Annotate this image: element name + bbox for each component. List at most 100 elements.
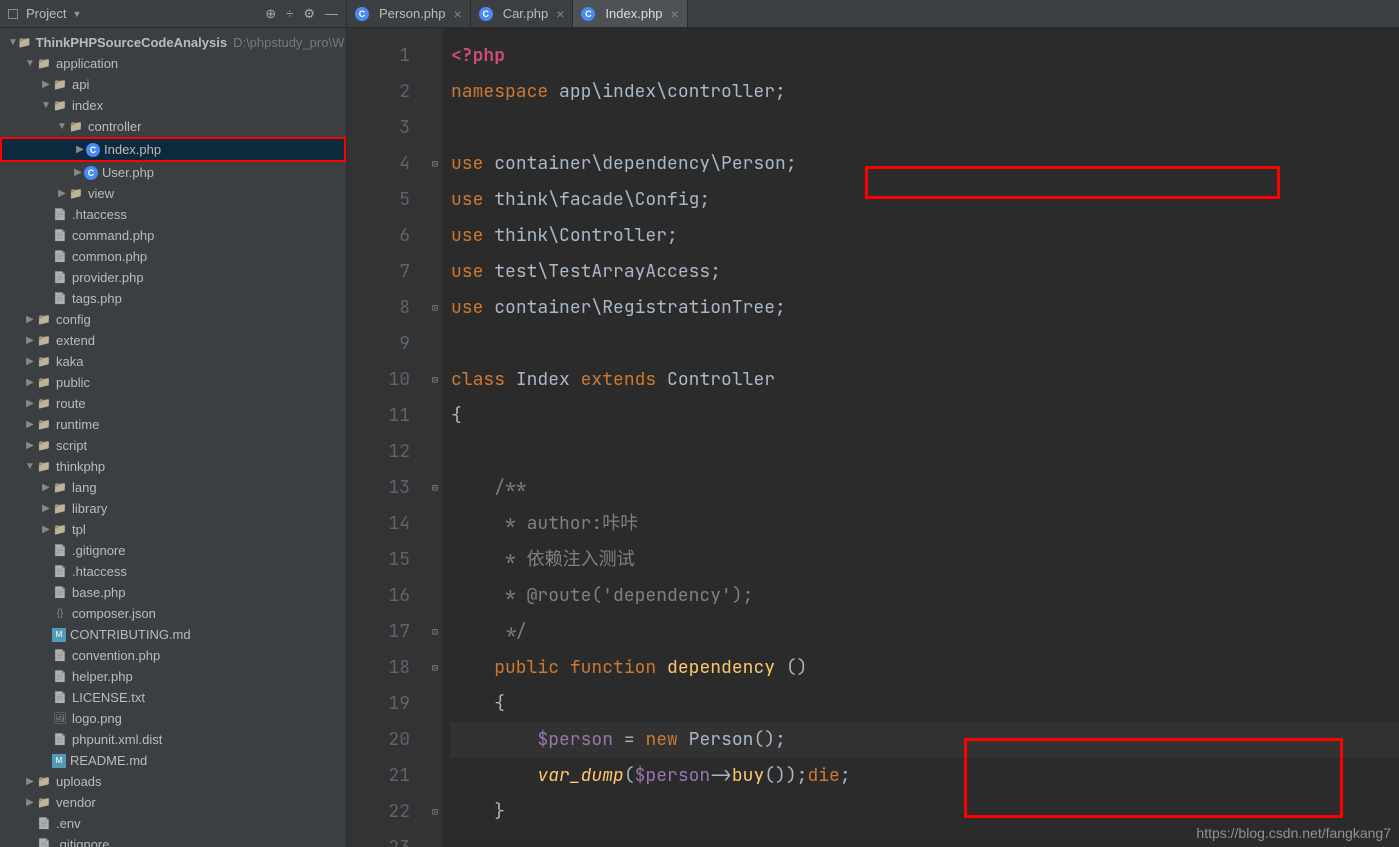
tree-item[interactable]: .htaccess [0, 204, 346, 225]
tree-arrow-icon[interactable] [24, 58, 36, 69]
fold-marker[interactable]: ⊟ [427, 470, 443, 506]
code-line[interactable] [451, 326, 1399, 362]
fold-marker[interactable] [427, 506, 443, 542]
project-tree[interactable]: ThinkPHPSourceCodeAnalysisD:\phpstudy_pr… [0, 28, 346, 847]
tree-arrow-icon[interactable] [40, 524, 52, 535]
code-line[interactable]: * @route('dependency'); [451, 578, 1399, 614]
code-line[interactable]: { [451, 398, 1399, 434]
fold-marker[interactable] [427, 722, 443, 758]
fold-marker[interactable] [427, 182, 443, 218]
tree-arrow-icon[interactable] [24, 797, 36, 808]
tree-item[interactable]: kaka [0, 351, 346, 372]
code-line[interactable] [451, 110, 1399, 146]
code-line[interactable]: { [451, 686, 1399, 722]
code-line[interactable]: namespace app\index\controller; [451, 74, 1399, 110]
tree-item[interactable]: ThinkPHPSourceCodeAnalysisD:\phpstudy_pr… [0, 32, 346, 53]
tree-item[interactable]: lang [0, 477, 346, 498]
close-icon[interactable]: × [671, 6, 679, 22]
tree-item[interactable]: base.php [0, 582, 346, 603]
fold-marker[interactable]: ⊡ [427, 290, 443, 326]
tree-arrow-icon[interactable] [40, 482, 52, 493]
fold-marker[interactable] [427, 830, 443, 847]
tree-item[interactable]: README.md [0, 750, 346, 771]
fold-marker[interactable] [427, 110, 443, 146]
tree-item[interactable]: CONTRIBUTING.md [0, 624, 346, 645]
tree-item[interactable]: LICENSE.txt [0, 687, 346, 708]
tree-arrow-icon[interactable] [24, 419, 36, 430]
fold-marker[interactable] [427, 578, 443, 614]
tree-item[interactable]: uploads [0, 771, 346, 792]
tree-item[interactable]: Index.php [2, 139, 344, 160]
editor-tab[interactable]: Car.php× [471, 0, 574, 27]
fold-marker[interactable] [427, 686, 443, 722]
fold-marker[interactable]: ⊟ [427, 146, 443, 182]
code-line[interactable]: <?php [451, 38, 1399, 74]
tree-item[interactable]: thinkphp [0, 456, 346, 477]
tree-item[interactable]: .env [0, 813, 346, 834]
code-editor[interactable]: 1234567891011121314151617181920212223 ⊟⊡… [347, 28, 1399, 847]
fold-marker[interactable] [427, 74, 443, 110]
tree-item[interactable]: index [0, 95, 346, 116]
tree-item[interactable]: runtime [0, 414, 346, 435]
tree-item[interactable]: .htaccess [0, 561, 346, 582]
tree-item[interactable]: common.php [0, 246, 346, 267]
fold-marker[interactable]: ⊡ [427, 614, 443, 650]
tree-item[interactable]: phpunit.xml.dist [0, 729, 346, 750]
code-line[interactable]: * author:咔咔 [451, 506, 1399, 542]
tree-arrow-icon[interactable] [40, 79, 52, 90]
tree-item[interactable]: vendor [0, 792, 346, 813]
tree-arrow-icon[interactable] [56, 188, 68, 199]
code-line[interactable]: public function dependency () [451, 650, 1399, 686]
tree-item[interactable]: controller [0, 116, 346, 137]
fold-marker[interactable] [427, 398, 443, 434]
tree-arrow-icon[interactable] [8, 37, 18, 48]
tree-item[interactable]: composer.json [0, 603, 346, 624]
tree-item[interactable]: helper.php [0, 666, 346, 687]
locate-icon[interactable]: ⊕ [265, 6, 276, 22]
tree-item[interactable]: route [0, 393, 346, 414]
code-content[interactable]: <?phpnamespace app\index\controller; use … [443, 28, 1399, 847]
fold-marker[interactable] [427, 542, 443, 578]
fold-marker[interactable] [427, 254, 443, 290]
fold-marker[interactable]: ⊟ [427, 362, 443, 398]
tree-arrow-icon[interactable] [24, 776, 36, 787]
code-line[interactable]: */ [451, 614, 1399, 650]
tree-item[interactable]: tags.php [0, 288, 346, 309]
close-icon[interactable]: × [454, 6, 462, 22]
tree-item[interactable]: view [0, 183, 346, 204]
fold-marker[interactable]: ⊟ [427, 650, 443, 686]
code-line[interactable]: * 依赖注入测试 [451, 542, 1399, 578]
fold-marker[interactable]: ⊡ [427, 794, 443, 830]
fold-marker[interactable] [427, 434, 443, 470]
tree-item[interactable]: application [0, 53, 346, 74]
code-line[interactable]: var_dump($person->buy());die; [451, 758, 1399, 794]
tree-arrow-icon[interactable] [24, 335, 36, 346]
gear-icon[interactable]: ⚙ [303, 6, 315, 22]
fold-marker[interactable] [427, 218, 443, 254]
tree-arrow-icon[interactable] [24, 314, 36, 325]
tree-item[interactable]: tpl [0, 519, 346, 540]
code-line[interactable]: use think\Controller; [451, 218, 1399, 254]
code-line[interactable]: $person = new Person(); [451, 722, 1399, 758]
fold-marker[interactable] [427, 758, 443, 794]
close-icon[interactable]: × [556, 6, 564, 22]
tree-arrow-icon[interactable] [72, 167, 84, 178]
code-line[interactable]: class Index extends Controller [451, 362, 1399, 398]
code-line[interactable]: use container\dependency\Person; [451, 146, 1399, 182]
tree-arrow-icon[interactable] [40, 100, 52, 111]
editor-tab[interactable]: Index.php× [573, 0, 687, 27]
tree-item[interactable]: provider.php [0, 267, 346, 288]
tree-arrow-icon[interactable] [74, 144, 86, 155]
chevron-down-icon[interactable]: ▼ [72, 9, 81, 19]
code-line[interactable]: use container\RegistrationTree; [451, 290, 1399, 326]
tree-item[interactable]: script [0, 435, 346, 456]
code-line[interactable]: /** [451, 470, 1399, 506]
tree-item[interactable]: User.php [0, 162, 346, 183]
tree-item[interactable]: command.php [0, 225, 346, 246]
tree-arrow-icon[interactable] [40, 503, 52, 514]
minimize-icon[interactable]: — [325, 6, 338, 21]
tree-item[interactable]: .gitignore [0, 540, 346, 561]
tree-item[interactable]: public [0, 372, 346, 393]
tree-item[interactable]: library [0, 498, 346, 519]
tree-item[interactable]: logo.png [0, 708, 346, 729]
